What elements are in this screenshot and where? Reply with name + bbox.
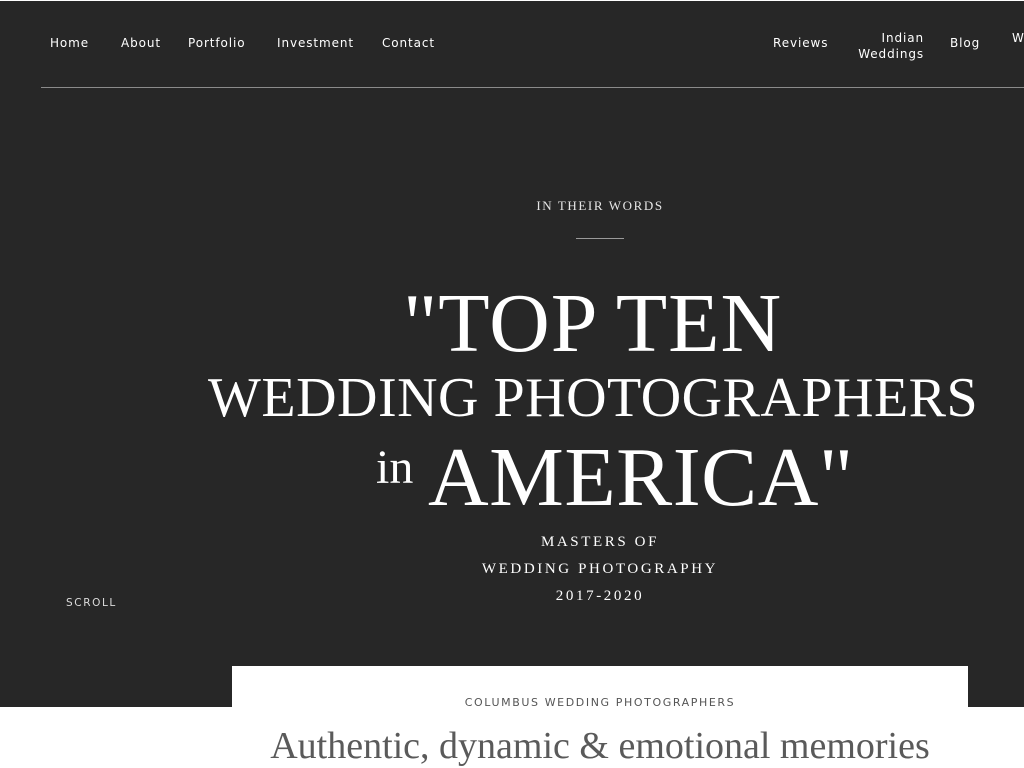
headline-in: in [376, 441, 414, 494]
headline-line-3: AMERICA" [428, 431, 854, 524]
nav-cutoff-item[interactable]: W [1012, 30, 1024, 46]
nav-divider [41, 87, 1024, 88]
headline-line-2: WEDDING PHOTOGRAPHERS [208, 367, 979, 429]
nav-blog[interactable]: Blog [950, 35, 980, 51]
nav-investment[interactable]: Investment [277, 35, 354, 51]
scroll-indicator[interactable]: SCROLL [66, 597, 117, 609]
card-eyebrow: COLUMBUS WEDDING PHOTOGRAPHERS [464, 696, 736, 709]
nav-indian-weddings[interactable]: Indian Weddings [854, 30, 924, 62]
hero-section: Home About Portfolio Investment Contact … [0, 0, 1024, 707]
top-border [0, 0, 1024, 1]
nav-portfolio[interactable]: Portfolio [188, 35, 245, 51]
nav-contact[interactable]: Contact [382, 35, 435, 51]
eyebrow-divider [576, 238, 624, 239]
headline-line-1: "TOP TEN [403, 277, 783, 370]
hero-eyebrow: IN THEIR WORDS [536, 198, 664, 213]
intro-card: COLUMBUS WEDDING PHOTOGRAPHERS Authentic… [232, 666, 968, 768]
nav-home[interactable]: Home [50, 35, 89, 51]
subtitle-line-3: 2017-2020 [555, 588, 645, 604]
nav-reviews[interactable]: Reviews [773, 35, 828, 51]
card-title: Authentic, dynamic & emotional memories [270, 725, 930, 767]
subtitle-line-1: MASTERS OF [540, 534, 660, 550]
subtitle-line-2: WEDDING PHOTOGRAPHY [481, 561, 719, 577]
nav-about[interactable]: About [121, 35, 161, 51]
